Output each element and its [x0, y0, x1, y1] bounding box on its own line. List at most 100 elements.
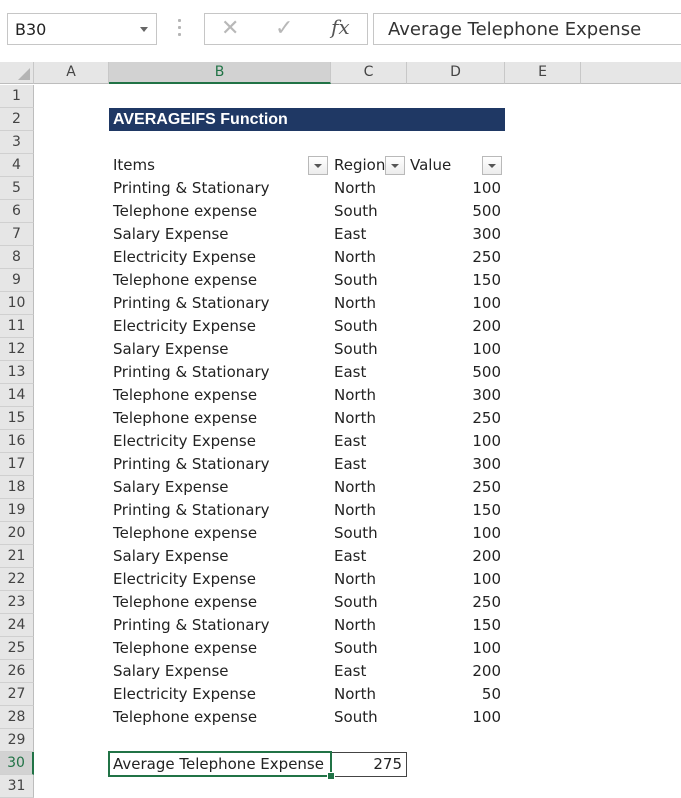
cell-item[interactable]: Electricity Expense [113, 315, 256, 338]
cell-item[interactable]: Salary Expense [113, 476, 229, 499]
check-icon[interactable]: ✓ [275, 16, 293, 42]
cell-value[interactable]: 200 [410, 315, 501, 338]
cell-value[interactable]: 200 [410, 545, 501, 568]
cell-value[interactable]: 100 [410, 177, 501, 200]
cell-value[interactable]: 100 [410, 338, 501, 361]
cell-region[interactable]: North [334, 499, 376, 522]
cell-region[interactable]: North [334, 683, 376, 706]
result-value[interactable]: 275 [332, 753, 402, 776]
row-header[interactable]: 4 [0, 154, 34, 177]
row-header[interactable]: 28 [0, 706, 34, 729]
cell-item[interactable]: Telephone expense [113, 637, 257, 660]
row-header[interactable]: 1 [0, 85, 34, 108]
fill-handle[interactable] [327, 772, 335, 780]
cell-value[interactable]: 150 [410, 499, 501, 522]
row-header[interactable]: 29 [0, 729, 34, 752]
cell-item[interactable]: Electricity Expense [113, 246, 256, 269]
cell-region[interactable]: North [334, 476, 376, 499]
row-header[interactable]: 31 [0, 775, 34, 798]
cell-item[interactable]: Telephone expense [113, 200, 257, 223]
cell-region[interactable]: South [334, 637, 378, 660]
cell-region[interactable]: South [334, 591, 378, 614]
cell-value[interactable]: 200 [410, 660, 501, 683]
cell-value[interactable]: 250 [410, 407, 501, 430]
cell-region[interactable]: South [334, 706, 378, 729]
filter-items-button[interactable] [308, 156, 328, 175]
row-header[interactable]: 24 [0, 614, 34, 637]
column-header-a[interactable]: A [34, 62, 109, 84]
name-box[interactable]: B30 [7, 13, 157, 45]
cell-region[interactable]: East [334, 430, 366, 453]
grip-icon[interactable] [178, 19, 182, 39]
cell-value[interactable]: 250 [410, 246, 501, 269]
cell-region[interactable]: North [334, 568, 376, 591]
cancel-icon[interactable]: ✕ [221, 16, 239, 42]
cell-region[interactable]: South [334, 200, 378, 223]
row-header[interactable]: 12 [0, 338, 34, 361]
row-header[interactable]: 9 [0, 269, 34, 292]
cell-item[interactable]: Telephone expense [113, 407, 257, 430]
filter-region-button[interactable] [385, 156, 405, 175]
cell-item[interactable]: Telephone expense [113, 384, 257, 407]
cell-item[interactable]: Printing & Stationary [113, 177, 270, 200]
header-value[interactable]: Value [410, 154, 451, 177]
row-header[interactable]: 17 [0, 453, 34, 476]
column-header-d[interactable]: D [407, 62, 505, 84]
row-header[interactable]: 20 [0, 522, 34, 545]
row-header[interactable]: 7 [0, 223, 34, 246]
cell-value[interactable]: 150 [410, 614, 501, 637]
row-header[interactable]: 22 [0, 568, 34, 591]
row-header[interactable]: 2 [0, 108, 34, 131]
cell-region[interactable]: South [334, 315, 378, 338]
column-header-c[interactable]: C [331, 62, 407, 84]
row-header[interactable]: 3 [0, 131, 34, 154]
cell-value[interactable]: 300 [410, 453, 501, 476]
formula-input[interactable]: Average Telephone Expense [373, 13, 681, 45]
cell-value[interactable]: 300 [410, 384, 501, 407]
cell-region[interactable]: East [334, 660, 366, 683]
cell-region[interactable]: East [334, 223, 366, 246]
chevron-down-icon[interactable] [140, 27, 148, 32]
cell-region[interactable]: East [334, 545, 366, 568]
cell-item[interactable]: Printing & Stationary [113, 499, 270, 522]
cell-value[interactable]: 100 [410, 568, 501, 591]
cell-value[interactable]: 100 [410, 637, 501, 660]
row-header[interactable]: 18 [0, 476, 34, 499]
cell-item[interactable]: Telephone expense [113, 591, 257, 614]
row-header[interactable]: 21 [0, 545, 34, 568]
cell-value[interactable]: 300 [410, 223, 501, 246]
cell-region[interactable]: East [334, 361, 366, 384]
cell-value[interactable]: 500 [410, 361, 501, 384]
cell-value[interactable]: 50 [410, 683, 501, 706]
row-header[interactable]: 8 [0, 246, 34, 269]
cell-value[interactable]: 250 [410, 476, 501, 499]
cell-item[interactable]: Salary Expense [113, 338, 229, 361]
select-all-button[interactable] [0, 62, 34, 84]
cell-region[interactable]: North [334, 292, 376, 315]
row-header[interactable]: 30 [0, 752, 34, 775]
row-header[interactable]: 6 [0, 200, 34, 223]
cell-item[interactable]: Printing & Stationary [113, 614, 270, 637]
row-header[interactable]: 16 [0, 430, 34, 453]
cell-item[interactable]: Salary Expense [113, 660, 229, 683]
cell-item[interactable]: Salary Expense [113, 545, 229, 568]
cell-item[interactable]: Printing & Stationary [113, 292, 270, 315]
row-header[interactable]: 13 [0, 361, 34, 384]
cell-item[interactable]: Telephone expense [113, 706, 257, 729]
cell-region[interactable]: South [334, 269, 378, 292]
filter-value-button[interactable] [482, 156, 502, 175]
cell-value[interactable]: 100 [410, 706, 501, 729]
row-header[interactable]: 27 [0, 683, 34, 706]
cell-value[interactable]: 150 [410, 269, 501, 292]
cell-item[interactable]: Electricity Expense [113, 683, 256, 706]
insert-function-icon[interactable]: fx [331, 15, 350, 39]
row-header[interactable]: 19 [0, 499, 34, 522]
cell-item[interactable]: Printing & Stationary [113, 453, 270, 476]
cell-region[interactable]: North [334, 177, 376, 200]
row-header[interactable]: 25 [0, 637, 34, 660]
row-header[interactable]: 15 [0, 407, 34, 430]
cell-item[interactable]: Electricity Expense [113, 430, 256, 453]
row-header[interactable]: 11 [0, 315, 34, 338]
cell-region[interactable]: South [334, 522, 378, 545]
cell-region[interactable]: North [334, 407, 376, 430]
